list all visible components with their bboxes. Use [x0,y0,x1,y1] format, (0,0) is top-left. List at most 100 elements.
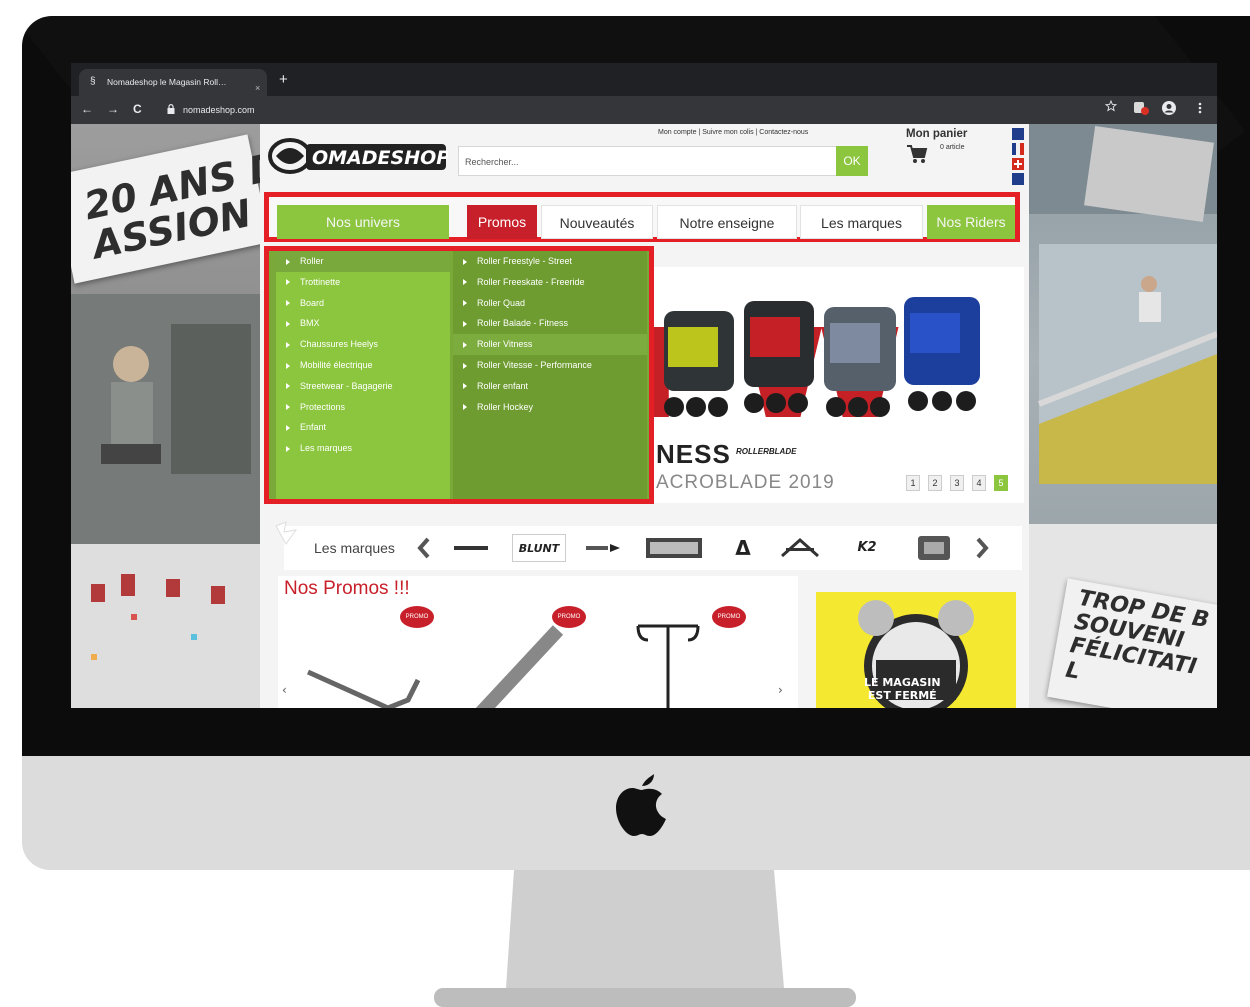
brand-logo-6[interactable] [780,536,820,560]
new-tab-button[interactable]: + [279,72,288,87]
nav-nouveautes[interactable]: Nouveautés [541,205,653,239]
bullet-icon [286,404,290,411]
submenu-item-vitness[interactable]: Roller Vitness [453,334,647,355]
brands-next-icon[interactable] [974,536,990,560]
hero-banner[interactable]: FW NESS ROLLERBLADE ACROBLADE 2019 1 2 3… [654,267,1024,503]
menu-dots-icon[interactable] [1197,100,1203,116]
submenu-item-hockey[interactable]: Roller Hockey [453,397,647,418]
brand-logo-8[interactable] [916,532,952,564]
submenu-item-quad[interactable]: Roller Quad [453,293,647,314]
decor-icon [275,521,298,545]
bullet-icon [286,321,290,328]
bullet-icon [286,445,290,452]
pager-4[interactable]: 4 [972,475,986,491]
promo-badge-2: PROMO [552,606,586,628]
site-favicon-icon: § [90,76,96,87]
tab-strip: § Nomadeshop le Magasin Roll… × + [71,63,1217,96]
pager-5[interactable]: 5 [994,475,1008,491]
address-bar[interactable]: nomadeshop.com [163,100,1179,120]
cart-count: 0 article [940,144,965,151]
apple-logo-icon [616,774,666,836]
browser-window: § Nomadeshop le Magasin Roll… × + ← → C … [71,63,1217,708]
account-links[interactable]: Mon compte | Suivre mon colis | Contacte… [658,129,808,136]
brands-prev-icon[interactable] [416,536,432,560]
menu-item-streetwear[interactable]: Streetwear - Bagagerie [276,376,450,397]
skate-2 [744,301,814,413]
skate-3 [824,307,896,417]
forward-button[interactable]: → [107,102,119,116]
pager-3[interactable]: 3 [950,475,964,491]
nav-nos-riders[interactable]: Nos Riders [927,205,1015,239]
menu-item-roller[interactable]: Roller [276,251,450,272]
back-button[interactable]: ← [81,102,93,116]
tab-title: Nomadeshop le Magasin Roll… [107,77,227,87]
menu-item-mobilite-electrique[interactable]: Mobilité électrique [276,355,450,376]
brand-logo-k2[interactable]: K2 [850,534,884,562]
submenu-item-enfant[interactable]: Roller enfant [453,376,647,397]
dropdown-subcategories: Roller Freestyle - Street Roller Freeska… [453,251,647,499]
extension-icon[interactable] [1133,100,1151,116]
menu-item-protections[interactable]: Protections [276,397,450,418]
browser-toolbar: ← → C nomadeshop.com [71,96,1217,124]
pager-2[interactable]: 2 [928,475,942,491]
store-closed-text: LE MAGASIN EST FERMÉ [864,676,941,702]
cart-title: Mon panier [906,128,968,140]
skate-4 [904,297,980,411]
submenu-item-vitesse[interactable]: Roller Vitesse - Performance [453,355,647,376]
cart-widget[interactable]: Mon panier 0 article [890,126,996,176]
lock-icon [167,104,175,114]
submenu-item-freeskate[interactable]: Roller Freeskate - Freeride [453,272,647,293]
banner-brand: ROLLERBLADE [736,447,797,456]
submenu-item-freestyle[interactable]: Roller Freestyle - Street [453,251,647,272]
menu-item-bmx[interactable]: BMX [276,313,450,334]
nav-nos-univers[interactable]: Nos univers [277,205,449,239]
search-button[interactable]: OK [836,146,868,176]
skate-1 [664,311,734,417]
brand-logo-4[interactable] [646,532,702,564]
brand-logo-blunt[interactable]: BLUNT [512,534,566,562]
bullet-icon [463,321,467,328]
menu-item-chaussures-heelys[interactable]: Chaussures Heelys [276,334,450,355]
menu-item-trottinette[interactable]: Trottinette [276,272,450,293]
reload-button[interactable]: C [133,102,142,116]
bookmark-star-icon[interactable] [1105,100,1117,112]
promos-title: Nos Promos !!! [284,578,410,599]
nav-notre-enseigne[interactable]: Notre enseigne [657,205,797,239]
brand-logo-1[interactable] [454,544,488,552]
svg-text:‹: ‹ [282,683,287,697]
promos-section: Nos Promos !!! ‹ › PROMO PROMO PROMO [278,576,798,708]
nomadeshop-logo[interactable]: OMADESHOP [268,134,448,178]
bullet-icon [463,300,467,307]
banner-headline: NESS [656,439,731,469]
browser-tab[interactable]: § Nomadeshop le Magasin Roll… × [79,69,267,96]
monitor-stand [434,870,856,1007]
language-flags[interactable] [1012,128,1024,186]
univers-dropdown-menu: Roller Trottinette Board BMX Chaussures … [264,246,654,504]
bullet-icon [286,300,290,307]
pager-1[interactable]: 1 [906,475,920,491]
brand-logo-3[interactable] [586,542,622,554]
bullet-icon [463,404,467,411]
submenu-item-balade[interactable]: Roller Balade - Fitness [453,313,647,334]
menu-item-les-marques[interactable]: Les marques [276,438,450,459]
bullet-icon [286,341,290,348]
bullet-icon [286,425,290,431]
background-photo-left [71,294,261,708]
store-closed-ad[interactable]: LE MAGASIN EST FERMÉ [816,592,1016,708]
website: OMADESHOP Mon compte | Suivre mon colis … [260,124,1029,708]
bullet-icon [463,341,467,348]
profile-avatar-icon[interactable] [1161,100,1177,116]
menu-item-board[interactable]: Board [276,293,450,314]
svg-text:›: › [778,683,783,697]
bullet-icon [286,362,290,369]
bullet-icon [286,383,290,390]
menu-item-enfant[interactable]: Enfant [276,417,450,438]
promo-badge-1: PROMO [400,606,434,628]
nav-promos[interactable]: Promos [467,205,537,239]
nav-les-marques[interactable]: Les marques [800,205,923,239]
brand-logo-delta[interactable]: Δ [730,534,756,562]
dropdown-categories: Roller Trottinette Board BMX Chaussures … [276,251,450,499]
close-tab-icon[interactable]: × [255,83,260,93]
shopping-cart-icon [907,145,928,163]
search-input[interactable]: Rechercher... [458,146,868,176]
